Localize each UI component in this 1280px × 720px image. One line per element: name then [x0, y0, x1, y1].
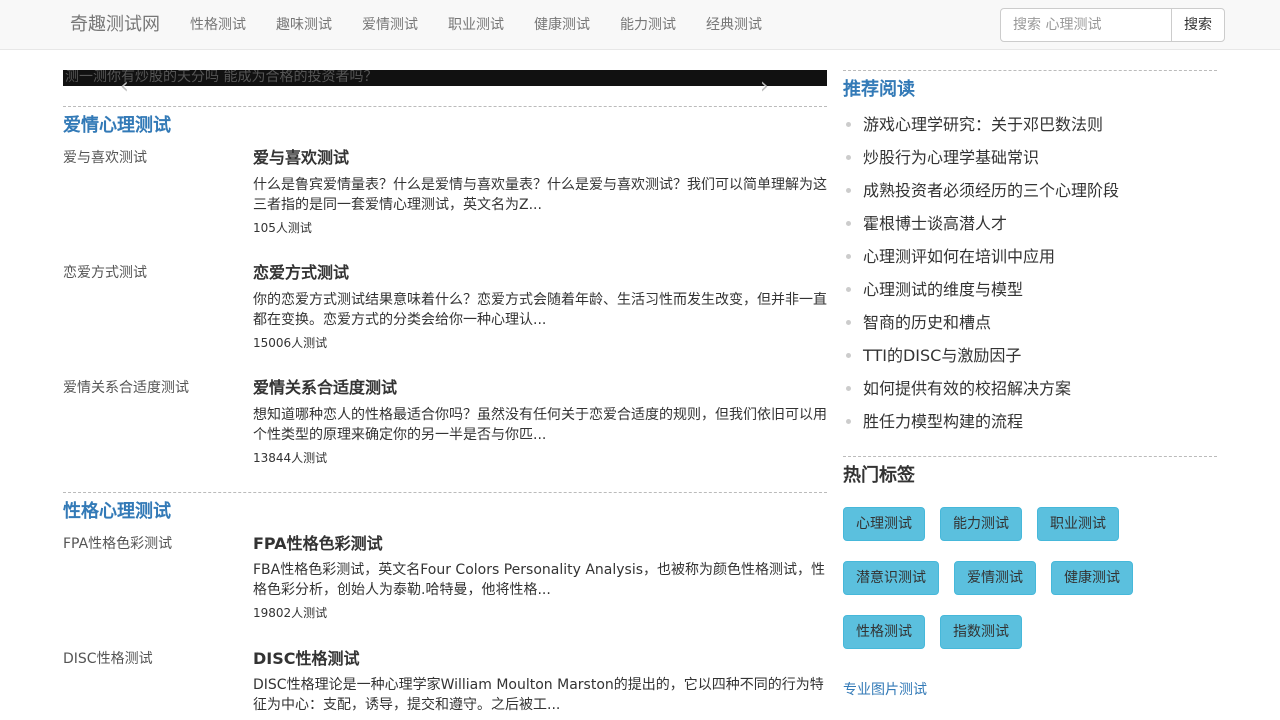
tag-button[interactable]: 心理测试: [843, 507, 925, 541]
tag-button[interactable]: 爱情测试: [954, 561, 1036, 595]
nav-item-career[interactable]: 职业测试: [448, 16, 504, 34]
bullet-icon: [846, 122, 851, 127]
item-title[interactable]: 爱与喜欢测试: [253, 148, 349, 168]
bullet-icon: [846, 386, 851, 391]
recommended-link[interactable]: 成熟投资者必须经历的三个心理阶段: [863, 181, 1119, 201]
item-test-count: 19802人测试: [253, 606, 328, 620]
nav-item-love[interactable]: 爱情测试: [362, 16, 418, 34]
nav-item-personality[interactable]: 性格测试: [190, 16, 246, 34]
section-title-love[interactable]: 爱情心理测试: [63, 115, 171, 137]
section-divider: [63, 106, 827, 107]
carousel-caption[interactable]: 测一测你有炒股的天分吗 能成为合格的投资者吗？: [65, 70, 377, 85]
item-test-count: 13844人测试: [253, 451, 328, 465]
tag-button[interactable]: 健康测试: [1051, 561, 1133, 595]
recommended-title[interactable]: 推荐阅读: [843, 79, 915, 101]
section-divider: [63, 492, 827, 493]
section-title-personality[interactable]: 性格心理测试: [63, 501, 171, 523]
nav-item-ability[interactable]: 能力测试: [620, 16, 676, 34]
bullet-icon: [846, 320, 851, 325]
item-image[interactable]: 爱与喜欢测试: [63, 149, 147, 167]
carousel-next-icon[interactable]: ›: [760, 76, 769, 98]
item-description: 想知道哪种恋人的性格最适合你吗？虽然没有任何关于恋爱合适度的规则，但我们依旧可以…: [253, 407, 827, 443]
bullet-icon: [846, 221, 851, 226]
recommended-link[interactable]: 心理测试的维度与模型: [863, 280, 1023, 300]
search-input[interactable]: [1000, 8, 1172, 42]
recommended-link[interactable]: 炒股行为心理学基础常识: [863, 148, 1039, 168]
site-brand[interactable]: 奇趣测试网: [70, 14, 160, 36]
item-test-count: 15006人测试: [253, 336, 328, 350]
item-description: 什么是鲁宾爱情量表？什么是爱情与喜欢量表？什么是爱与喜欢测试？我们可以简单理解为…: [253, 177, 827, 213]
recommended-link[interactable]: 智商的历史和槽点: [863, 313, 991, 333]
item-image[interactable]: 爱情关系合适度测试: [63, 379, 189, 397]
sidebar-divider: [843, 70, 1217, 71]
sidebar-divider: [843, 456, 1217, 457]
navbar: 奇趣测试网 性格测试 趣味测试 爱情测试 职业测试 健康测试 能力测试 经典测试…: [0, 0, 1280, 50]
tag-button[interactable]: 指数测试: [940, 615, 1022, 649]
recommended-link[interactable]: 胜任力模型构建的流程: [863, 412, 1023, 432]
search-button[interactable]: 搜索: [1171, 8, 1225, 42]
carousel[interactable]: 测一测你有炒股的天分吗 能成为合格的投资者吗？: [63, 70, 827, 86]
item-image[interactable]: DISC性格测试: [63, 650, 153, 668]
bullet-icon: [846, 287, 851, 292]
carousel-prev-icon[interactable]: ‹: [120, 76, 129, 98]
item-title[interactable]: 爱情关系合适度测试: [253, 378, 397, 398]
recommended-link[interactable]: 如何提供有效的校招解决方案: [863, 379, 1071, 399]
bullet-icon: [846, 353, 851, 358]
bullet-icon: [846, 419, 851, 424]
sidebar-image[interactable]: 专业图片测试: [843, 681, 927, 699]
item-test-count: 105人测试: [253, 221, 312, 235]
recommended-link[interactable]: TTI的DISC与激励因子: [863, 346, 1021, 366]
nav-item-classic[interactable]: 经典测试: [706, 16, 762, 34]
item-description: FBA性格色彩测试，英文名Four Colors Personality Ana…: [253, 562, 826, 598]
tag-button[interactable]: 潜意识测试: [843, 561, 939, 595]
bullet-icon: [846, 188, 851, 193]
item-image[interactable]: FPA性格色彩测试: [63, 535, 172, 553]
tag-button[interactable]: 能力测试: [940, 507, 1022, 541]
item-image[interactable]: 恋爱方式测试: [63, 264, 147, 282]
tag-button[interactable]: 职业测试: [1037, 507, 1119, 541]
recommended-link[interactable]: 游戏心理学研究：关于邓巴数法则: [863, 115, 1103, 135]
tags-title: 热门标签: [843, 465, 915, 486]
item-title[interactable]: 恋爱方式测试: [253, 263, 349, 283]
tag-button[interactable]: 性格测试: [843, 615, 925, 649]
bullet-icon: [846, 155, 851, 160]
recommended-link[interactable]: 霍根博士谈高潜人才: [863, 214, 1007, 234]
nav-item-health[interactable]: 健康测试: [534, 16, 590, 34]
item-title[interactable]: FPA性格色彩测试: [253, 534, 383, 554]
item-description: 你的恋爱方式测试结果意味着什么？恋爱方式会随着年龄、生活习性而发生改变，但并非一…: [253, 292, 827, 328]
item-description: DISC性格理论是一种心理学家William Moulton Marston的提…: [253, 677, 824, 713]
item-title[interactable]: DISC性格测试: [253, 649, 360, 669]
recommended-link[interactable]: 心理测评如何在培训中应用: [863, 247, 1055, 267]
nav-item-fun[interactable]: 趣味测试: [276, 16, 332, 34]
bullet-icon: [846, 254, 851, 259]
